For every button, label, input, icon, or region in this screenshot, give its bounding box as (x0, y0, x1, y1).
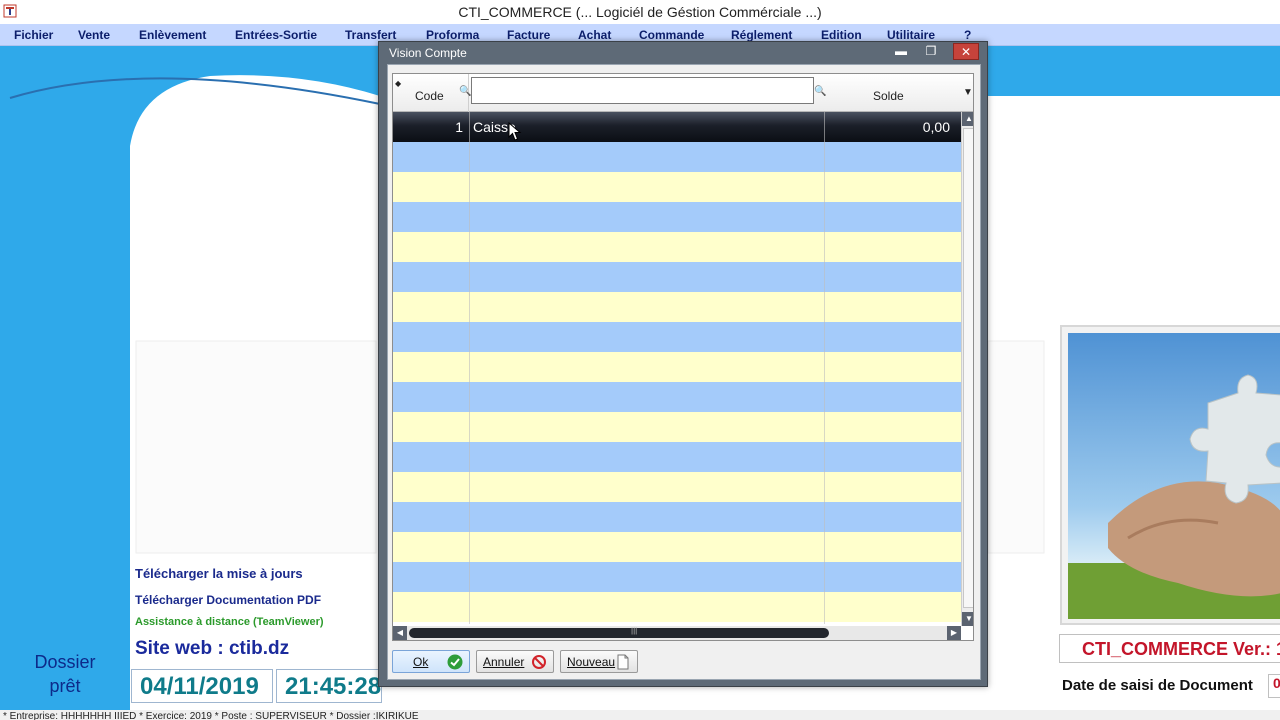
minimize-button[interactable]: ▬ (888, 43, 914, 60)
table-row[interactable] (393, 382, 961, 412)
grid-header: ◆ Code 🔍 🔍 Solde ▼ (393, 74, 973, 112)
column-dropdown-icon[interactable]: ▼ (963, 87, 973, 98)
column-header-code[interactable]: ◆ Code 🔍 (393, 74, 472, 112)
menu-achat[interactable]: Achat (578, 28, 611, 42)
maximize-button[interactable]: ❐ (918, 43, 944, 60)
search-key-icon: 🔍 (459, 86, 472, 97)
mouse-cursor-icon (508, 122, 522, 141)
vertical-scrollbar[interactable]: ▲ ▼ (961, 112, 973, 626)
cancel-label: Annuler (483, 655, 525, 669)
column-code-label: Code (415, 89, 444, 103)
table-row[interactable] (393, 292, 961, 322)
new-document-icon (617, 654, 629, 670)
table-row[interactable] (393, 502, 961, 532)
dossier-line-2: prêt (49, 676, 81, 696)
menu-reglement[interactable]: Réglement (731, 28, 792, 42)
vision-compte-dialog: Vision Compte ▬ ❐ ✕ ◆ Code 🔍 🔍 Solde ▼ 1… (378, 41, 988, 687)
prohibited-icon (532, 655, 546, 669)
current-time: 21:45:28 (276, 669, 382, 703)
ok-label: Ok (413, 655, 429, 669)
sort-icon: ◆ (395, 79, 402, 88)
table-row[interactable] (393, 262, 961, 292)
app-title: CTI_COMMERCE (... Logiciél de Géstion Co… (458, 4, 822, 20)
table-row[interactable] (393, 172, 961, 202)
menu-help[interactable]: ? (964, 28, 971, 42)
grip-icon: ||| (631, 626, 638, 635)
column-solde-label[interactable]: Solde (873, 89, 904, 103)
table-row[interactable] (393, 472, 961, 502)
puzzle-hand-image (1068, 333, 1280, 619)
download-update-link[interactable]: Télécharger la mise à jours (135, 566, 303, 581)
search-input[interactable] (471, 77, 814, 104)
horizontal-scroll-thumb[interactable]: ||| (409, 626, 829, 638)
search-key-icon-2: 🔍 (814, 86, 827, 97)
document-date-input[interactable]: 0 (1268, 674, 1280, 698)
close-button[interactable]: ✕ (953, 43, 979, 60)
table-row[interactable] (393, 202, 961, 232)
version-label: CTI_COMMERCE Ver.: 1 (1059, 634, 1280, 663)
website-link[interactable]: Site web : ctib.dz (135, 638, 289, 660)
table-row[interactable] (393, 352, 961, 382)
check-icon (447, 654, 463, 670)
scroll-right-icon[interactable]: ▶ (947, 626, 961, 640)
cell-solde: 0,00 (922, 119, 950, 135)
menu-utilitaire[interactable]: Utilitaire (887, 28, 935, 42)
table-row-selected[interactable]: 1 Caisse 0,00 (393, 112, 961, 142)
menu-entrees-sortie[interactable]: Entrées-Sortie (235, 28, 317, 42)
dossier-status: Dossier prêt (20, 650, 110, 698)
menu-proforma[interactable]: Proforma (426, 28, 479, 42)
grid-body: 1 Caisse 0,00 (393, 112, 961, 624)
new-label: Nouveau (567, 655, 616, 669)
menu-fichier[interactable]: Fichier (14, 28, 53, 42)
table-row[interactable] (393, 562, 961, 592)
menu-enlevement[interactable]: Enlèvement (139, 28, 206, 42)
column-divider (824, 112, 825, 624)
download-docs-link[interactable]: Télécharger Documentation PDF (135, 593, 321, 607)
document-date-label: Date de saisi de Document (1059, 668, 1280, 702)
new-button[interactable]: Nouveau (560, 650, 638, 673)
menu-facture[interactable]: Facture (507, 28, 550, 42)
table-row[interactable] (393, 532, 961, 562)
close-icon: ✕ (960, 45, 972, 59)
vertical-scroll-thumb[interactable] (963, 128, 973, 608)
scroll-up-icon[interactable]: ▲ (962, 112, 973, 126)
promo-photo-frame (1060, 325, 1280, 625)
column-divider (469, 112, 470, 624)
table-row[interactable] (393, 142, 961, 172)
table-row[interactable] (393, 412, 961, 442)
scroll-left-icon[interactable]: ◀ (393, 626, 407, 640)
cell-code: 1 (455, 119, 463, 135)
menu-vente[interactable]: Vente (78, 28, 110, 42)
horizontal-scrollbar[interactable]: ◀ ||| ▶ (393, 626, 961, 640)
remote-assistance-link[interactable]: Assistance à distance (TeamViewer) (135, 616, 324, 628)
app-title-bar: CTI_COMMERCE (... Logiciél de Géstion Co… (0, 0, 1280, 24)
accounts-grid: ◆ Code 🔍 🔍 Solde ▼ 1 Caisse 0,00 ▲ ▼ ◀ |… (392, 73, 974, 641)
table-row[interactable] (393, 322, 961, 352)
dossier-line-1: Dossier (34, 652, 96, 672)
dialog-title: Vision Compte (389, 46, 467, 60)
status-bar: * Entreprise: HHHHHHH IIIED * Exercice: … (0, 710, 1280, 720)
minimize-icon: ▬ (895, 44, 907, 58)
menu-edition[interactable]: Edition (821, 28, 862, 42)
menu-commande[interactable]: Commande (639, 28, 704, 42)
table-row[interactable] (393, 442, 961, 472)
dialog-client-area: ◆ Code 🔍 🔍 Solde ▼ 1 Caisse 0,00 ▲ ▼ ◀ |… (387, 64, 981, 680)
menu-transfert[interactable]: Transfert (345, 28, 396, 42)
table-row[interactable] (393, 592, 961, 622)
maximize-icon: ❐ (925, 44, 937, 58)
current-date: 04/11/2019 (131, 669, 273, 703)
cancel-button[interactable]: Annuler (476, 650, 554, 673)
ok-button[interactable]: Ok (392, 650, 470, 673)
scroll-down-icon[interactable]: ▼ (962, 612, 973, 626)
table-row[interactable] (393, 232, 961, 262)
